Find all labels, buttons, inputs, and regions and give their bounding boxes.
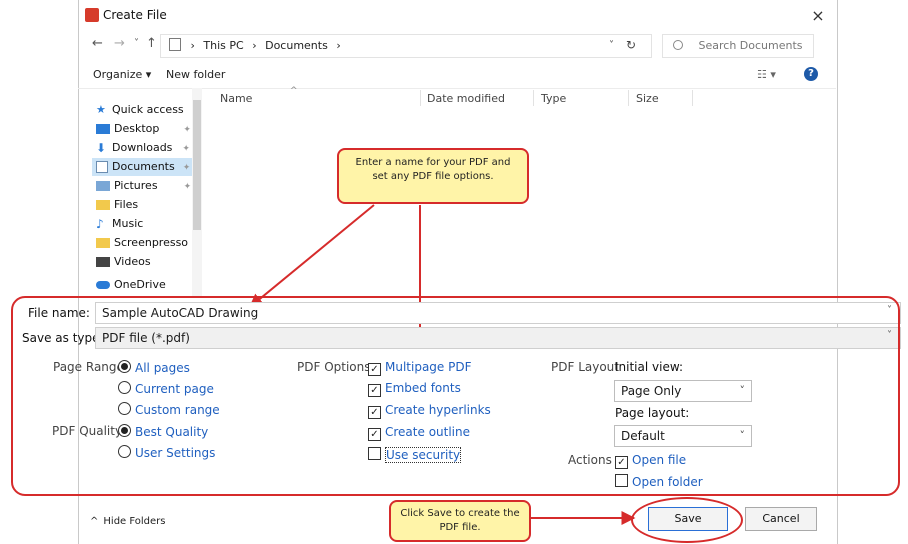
callout-save: Click Save to create the PDF file. — [389, 500, 531, 542]
highlight-save-oval — [631, 497, 743, 543]
chevron-up-icon: ^ — [90, 516, 99, 527]
highlight-options-region — [11, 296, 900, 496]
hide-folders-button[interactable]: ^ Hide Folders — [90, 516, 165, 527]
arrow-to-filename — [248, 204, 375, 308]
hide-folders-label: Hide Folders — [103, 516, 166, 527]
cancel-button[interactable]: Cancel — [745, 507, 817, 531]
